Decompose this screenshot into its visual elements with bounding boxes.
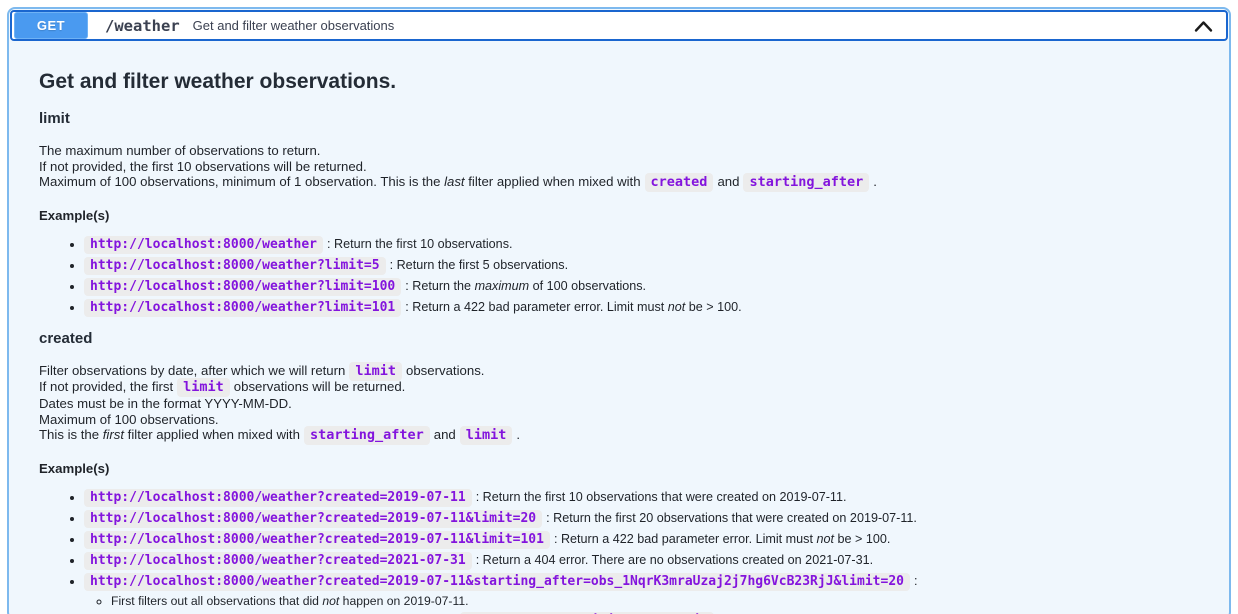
desc-line: Dates must be in the format YYYY-MM-DD. <box>39 396 292 411</box>
param-created-description: Filter observations by date, after which… <box>39 363 1199 444</box>
created-examples-list: http://localhost:8000/weather?created=20… <box>39 489 1199 614</box>
emphasis-text: not <box>668 300 686 314</box>
example-item: http://localhost:8000/weather?limit=5 : R… <box>84 257 1199 274</box>
example-note: : Return a 404 error. There are no obser… <box>476 553 873 567</box>
example-url-link[interactable]: http://localhost:8000/weather?created=20… <box>84 490 476 504</box>
code-chip-limit: limit <box>349 362 402 381</box>
api-docs-page: GET /weather Get and filter weather obse… <box>0 0 1238 614</box>
example-note: : <box>914 574 918 588</box>
desc-line: The maximum number of observations to re… <box>39 143 320 158</box>
desc-line: filter applied when mixed with <box>465 174 641 189</box>
substep-text: happen on 2019-07-11. <box>339 594 468 608</box>
example-item: http://localhost:8000/weather?created=20… <box>84 531 1199 548</box>
example-url-code[interactable]: http://localhost:8000/weather?limit=100 <box>84 278 401 296</box>
example-note: of 100 observations. <box>529 279 646 293</box>
example-url-link[interactable]: http://localhost:8000/weather?created=20… <box>84 574 914 588</box>
param-created-heading: created <box>39 330 1199 347</box>
example-url-code[interactable]: http://localhost:8000/weather <box>84 236 323 254</box>
code-chip-starting-after: starting_after <box>743 173 869 192</box>
emphasis-text: not <box>322 594 339 608</box>
example-note: : Return the first 10 observations that … <box>476 490 847 504</box>
desc-line: . <box>516 427 520 442</box>
example-note: : Return the first 20 observations that … <box>546 511 917 525</box>
example-url-link[interactable]: http://localhost:8000/weather?created=20… <box>84 553 476 567</box>
desc-line: This is the <box>39 427 103 442</box>
param-limit-description: The maximum number of observations to re… <box>39 143 1199 191</box>
example-url-link[interactable]: http://localhost:8000/weather <box>84 237 327 251</box>
desc-line: observations. <box>406 363 484 378</box>
desc-line: If not provided, the first <box>39 379 173 394</box>
example-url-link[interactable]: http://localhost:8000/weather?limit=100 <box>84 279 405 293</box>
desc-line: and <box>717 174 739 189</box>
code-chip-limit: limit <box>460 426 513 445</box>
example-substeps-list: First filters out all observations that … <box>84 593 1199 614</box>
substep-item: First filters out all observations that … <box>111 593 1199 609</box>
code-chip-limit: limit <box>177 378 230 397</box>
example-item: http://localhost:8000/weather : Return th… <box>84 236 1199 253</box>
emphasis-text: first <box>103 427 124 442</box>
example-url-link[interactable]: http://localhost:8000/weather?limit=101 <box>84 300 405 314</box>
example-url-link[interactable]: http://localhost:8000/weather?created=20… <box>84 511 546 525</box>
created-examples-heading: Example(s) <box>39 461 1199 476</box>
example-note: be > 100. <box>685 300 741 314</box>
emphasis-text: last <box>444 174 465 189</box>
opblock-get-weather: GET /weather Get and filter weather obse… <box>7 7 1231 614</box>
example-note: : Return the <box>405 279 474 293</box>
substep-text: First filters out all observations that … <box>111 594 322 608</box>
example-url-code[interactable]: http://localhost:8000/weather?limit=101 <box>84 299 401 317</box>
example-item: http://localhost:8000/weather?limit=101:… <box>84 299 1199 316</box>
desc-line: and <box>434 427 456 442</box>
desc-line: Maximum of 100 observations. <box>39 412 219 427</box>
operation-toggle-header[interactable]: GET /weather Get and filter weather obse… <box>10 10 1228 41</box>
param-limit-heading: limit <box>39 110 1199 127</box>
example-url-link[interactable]: http://localhost:8000/weather?created=20… <box>84 532 554 546</box>
example-url-code[interactable]: http://localhost:8000/weather?created=20… <box>84 552 472 570</box>
limit-examples-list: http://localhost:8000/weather : Return th… <box>39 236 1199 316</box>
desc-line: . <box>873 174 877 189</box>
http-method-badge: GET <box>14 12 88 39</box>
example-url-link[interactable]: http://localhost:8000/weather?limit=5 <box>84 258 390 272</box>
chevron-up-icon[interactable] <box>1193 19 1214 33</box>
endpoint-path: /weather <box>105 17 180 35</box>
emphasis-text: maximum <box>475 279 530 293</box>
example-url-code[interactable]: http://localhost:8000/weather?created=20… <box>84 510 542 528</box>
code-chip-starting-after: starting_after <box>304 426 430 445</box>
example-item: http://localhost:8000/weather?limit=100:… <box>84 278 1199 295</box>
emphasis-text: not <box>816 532 834 546</box>
desc-line: filter applied when mixed with <box>124 427 300 442</box>
operation-description: Get and filter weather observations. lim… <box>9 42 1229 614</box>
desc-line: Filter observations by date, after which… <box>39 363 345 378</box>
example-url-code[interactable]: http://localhost:8000/weather?created=20… <box>84 489 472 507</box>
limit-examples-heading: Example(s) <box>39 208 1199 223</box>
example-item: http://localhost:8000/weather?created=20… <box>84 573 1199 614</box>
example-note: : Return the first 5 observations. <box>390 258 569 272</box>
example-url-code[interactable]: http://localhost:8000/weather?created=20… <box>84 573 910 591</box>
description-title: Get and filter weather observations. <box>39 70 1199 94</box>
desc-line: observations will be returned. <box>234 379 406 394</box>
example-note: be > 100. <box>834 532 890 546</box>
example-item: http://localhost:8000/weather?created=20… <box>84 489 1199 506</box>
code-chip-created: created <box>645 173 714 192</box>
example-item: http://localhost:8000/weather?created=20… <box>84 552 1199 569</box>
example-item: http://localhost:8000/weather?created=20… <box>84 510 1199 527</box>
example-url-code[interactable]: http://localhost:8000/weather?created=20… <box>84 531 550 549</box>
endpoint-summary: Get and filter weather observations <box>193 18 1193 33</box>
example-url-code[interactable]: http://localhost:8000/weather?limit=5 <box>84 257 386 275</box>
desc-line: If not provided, the first 10 observatio… <box>39 159 367 174</box>
example-note: : Return a 422 bad parameter error. Limi… <box>554 532 817 546</box>
example-note: : Return the first 10 observations. <box>327 237 513 251</box>
desc-line: Maximum of 100 observations, minimum of … <box>39 174 444 189</box>
example-note: : Return a 422 bad parameter error. Limi… <box>405 300 668 314</box>
